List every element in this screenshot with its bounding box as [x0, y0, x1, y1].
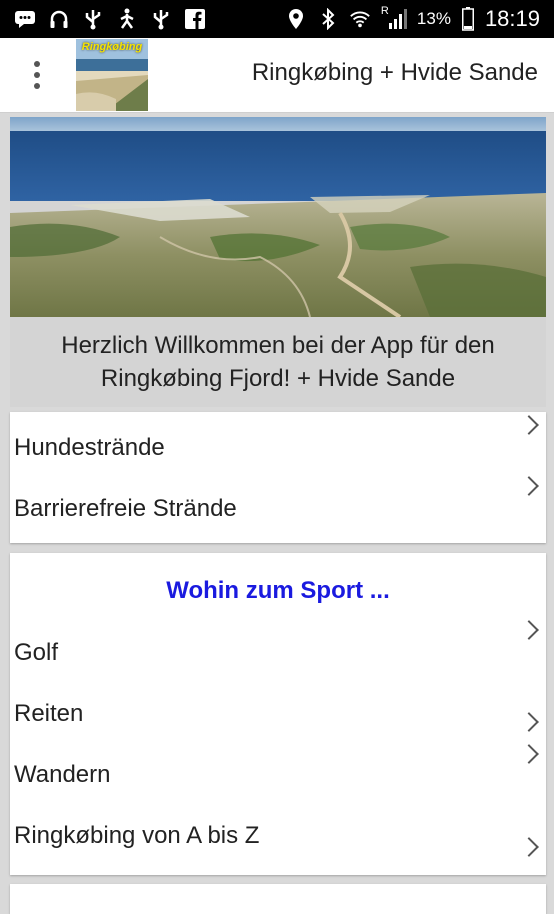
battery-percent: 13%: [416, 9, 451, 28]
menu-dot: [34, 83, 40, 89]
sport-card: Wohin zum Sport ... Golf Reiten Wandern …: [10, 553, 546, 875]
dunes-image: [10, 117, 546, 317]
headset-icon: [48, 8, 70, 30]
clock: 18:19: [484, 6, 540, 31]
chevron-right-icon: [519, 620, 539, 640]
welcome-banner: Herzlich Willkommen bei der App für den …: [10, 117, 546, 407]
list-item-ringkobing-a-bis-z[interactable]: Ringkøbing von A bis Z: [10, 802, 546, 858]
signal-icon: R: [380, 5, 407, 30]
list-item-barrierefreie-straende[interactable]: Barrierefreie Strände: [10, 475, 546, 531]
list-item-label: Reiten: [14, 700, 84, 727]
chevron-right-icon: [519, 837, 539, 857]
chevron-right-icon: [519, 415, 539, 435]
list-item-label: Barrierefreie Strände: [14, 495, 237, 522]
logo-text: Ringkøbing: [81, 41, 143, 53]
status-bar: R 13% 18:19: [0, 0, 554, 38]
facebook-icon: [184, 8, 206, 30]
usb-icon: [82, 8, 104, 30]
system-icons: R 13% 18:19: [285, 4, 540, 34]
chevron-right-icon: [519, 476, 539, 496]
app-logo: Ringkøbing: [76, 39, 148, 111]
bluetooth-icon: [317, 8, 339, 30]
list-item-label: Ringkøbing von A bis Z: [14, 822, 260, 849]
section-heading: Wohin zum Sport ...: [166, 577, 390, 604]
location-icon: [285, 8, 307, 30]
list-item-wandern[interactable]: Wandern: [10, 741, 546, 797]
welcome-text: Herzlich Willkommen bei der App für den …: [61, 332, 495, 392]
menu-dot: [34, 72, 40, 78]
chat-icon: [14, 8, 36, 30]
page-title: Ringkøbing + Hvide Sande: [251, 59, 538, 86]
beaches-card: Hundestrände Barrierefreie Strände: [10, 412, 546, 543]
wifi-icon: [349, 8, 371, 30]
next-card: [10, 884, 546, 914]
battery-icon: [461, 7, 475, 31]
list-item-label: Golf: [14, 639, 59, 666]
app-bar: Ringkøbing Ringkøbing + Hvide Sande: [0, 38, 554, 113]
usb-icon: [150, 8, 172, 30]
roaming-indicator: R: [380, 5, 389, 17]
list-item-golf[interactable]: Golf: [10, 619, 546, 675]
chevron-right-icon: [519, 744, 539, 764]
list-item-label: Hundestrände: [14, 434, 165, 461]
overflow-menu-button[interactable]: [24, 58, 50, 92]
list-item-label: Wandern: [14, 761, 111, 788]
menu-dot: [34, 61, 40, 67]
chevron-right-icon: [519, 712, 539, 732]
notification-icons: [14, 8, 206, 30]
list-item-hundestraende[interactable]: Hundestrände: [10, 414, 546, 470]
list-item-reiten[interactable]: Reiten: [10, 680, 546, 736]
pedometer-icon: [116, 8, 138, 30]
